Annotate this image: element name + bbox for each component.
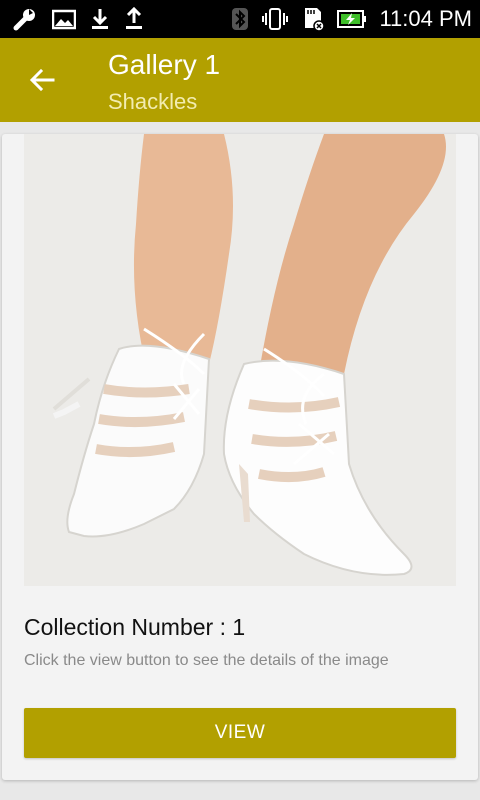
status-time: 11:04 PM bbox=[379, 6, 472, 31]
image-icon bbox=[52, 8, 76, 30]
arrow-left-icon bbox=[28, 68, 56, 92]
bluetooth-icon bbox=[231, 7, 249, 31]
shoe-image bbox=[24, 134, 456, 586]
collection-title: Collection Number : 1 bbox=[24, 614, 246, 640]
back-button[interactable] bbox=[20, 60, 64, 100]
view-button[interactable]: VIEW bbox=[24, 708, 456, 758]
vibrate-icon bbox=[261, 7, 289, 31]
gallery-card: Collection Number : 1 Click the view but… bbox=[2, 134, 478, 780]
wrench-icon bbox=[12, 6, 38, 32]
sd-card-icon bbox=[301, 6, 326, 32]
battery-charging-icon bbox=[337, 9, 367, 29]
collection-description: Click the view button to see the details… bbox=[24, 652, 389, 669]
download-icon bbox=[90, 7, 110, 31]
status-bar: 11:04 PM bbox=[0, 0, 480, 38]
page-subtitle: Shackles bbox=[108, 89, 198, 114]
upload-icon bbox=[124, 7, 144, 31]
page-title: Gallery 1 bbox=[108, 49, 221, 80]
app-bar: Gallery 1 Shackles bbox=[0, 38, 480, 122]
